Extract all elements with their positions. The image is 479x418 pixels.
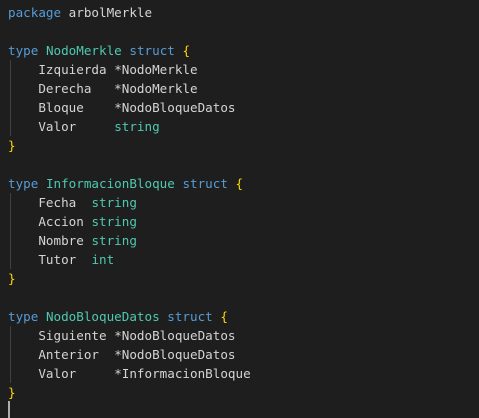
code-token-ws: [8, 214, 38, 229]
code-token-ident: Nombre: [38, 233, 84, 248]
code-token-ws: [76, 119, 114, 134]
code-line[interactable]: Izquierda *NodoMerkle: [8, 60, 251, 79]
code-token-keyword: package: [8, 5, 62, 20]
code-lines[interactable]: package arbolMerkle type NodoMerkle stru…: [8, 3, 251, 402]
code-token-keyword: type: [8, 176, 39, 191]
code-token-ws: [76, 252, 91, 267]
code-token-ws: [8, 81, 38, 96]
code-token-ident: Fecha: [38, 195, 77, 210]
indent-guide: [10, 364, 11, 383]
code-token-ws: [84, 100, 114, 115]
code-token-ident: Tutor: [38, 252, 77, 267]
code-token-builtin: int: [91, 252, 115, 267]
indent-guide: [10, 117, 11, 136]
code-token-ws: [8, 62, 38, 77]
indent-guide: [10, 98, 11, 117]
code-token-type: NodoMerkle: [45, 43, 122, 58]
code-token-brace: {: [235, 176, 244, 191]
code-line[interactable]: Bloque *NodoBloqueDatos: [8, 98, 251, 117]
code-token-builtin: string: [91, 195, 137, 210]
code-line[interactable]: Derecha *NodoMerkle: [8, 79, 251, 98]
code-line[interactable]: type NodoMerkle struct {: [8, 41, 251, 60]
code-token-ws: [8, 252, 38, 267]
code-line[interactable]: Fecha string: [8, 193, 251, 212]
code-line[interactable]: Nombre string: [8, 231, 251, 250]
code-token-ws: [61, 5, 69, 20]
code-token-ws: [8, 328, 38, 343]
code-token-type: NodoBloqueDatos: [45, 309, 160, 324]
code-token-ws: [38, 309, 46, 324]
indent-guide: [10, 193, 11, 212]
code-line[interactable]: [8, 22, 251, 41]
code-token-ident: arbolMerkle: [68, 5, 153, 20]
code-line[interactable]: type NodoBloqueDatos struct {: [8, 307, 251, 326]
code-token-ident: Izquierda: [38, 62, 107, 77]
indent-guide: [10, 231, 11, 250]
code-token-ws: [228, 176, 236, 191]
code-token-ws: [91, 81, 114, 96]
code-line[interactable]: }: [8, 136, 251, 155]
code-token-ident: Anterior: [38, 347, 100, 362]
code-token-ident: Bloque: [38, 100, 84, 115]
indent-guide: [10, 250, 11, 269]
code-line[interactable]: Accion string: [8, 212, 251, 231]
code-token-ws: [76, 195, 91, 210]
code-token-ws: [8, 119, 38, 134]
indent-guide: [10, 326, 11, 345]
code-token-ws: [38, 43, 46, 58]
code-token-brace: }: [8, 385, 16, 400]
code-line[interactable]: }: [8, 383, 251, 402]
code-token-type: InformacionBloque: [45, 176, 175, 191]
code-token-builtin: string: [91, 233, 137, 248]
code-token-ident: *NodoBloqueDatos: [114, 100, 236, 115]
code-token-ident: *NodoMerkle: [114, 81, 198, 96]
code-line[interactable]: Siguiente *NodoBloqueDatos: [8, 326, 251, 345]
code-line[interactable]: type InformacionBloque struct {: [8, 174, 251, 193]
code-line[interactable]: Tutor int: [8, 250, 251, 269]
code-token-ws: [99, 347, 114, 362]
code-token-ws: [8, 195, 38, 210]
code-token-ws: [8, 233, 38, 248]
indent-guide: [10, 345, 11, 364]
code-token-brace: }: [8, 138, 16, 153]
code-token-ident: Valor: [38, 366, 77, 381]
code-token-keyword: struct: [129, 43, 175, 58]
code-line[interactable]: package arbolMerkle: [8, 3, 251, 22]
code-token-ident: Accion: [38, 214, 84, 229]
code-token-ws: [76, 366, 114, 381]
code-token-ident: *NodoBloqueDatos: [114, 328, 236, 343]
code-line[interactable]: Anterior *NodoBloqueDatos: [8, 345, 251, 364]
code-token-ident: *InformacionBloque: [114, 366, 251, 381]
code-line[interactable]: Valor *InformacionBloque: [8, 364, 251, 383]
text-cursor: [8, 401, 10, 418]
code-token-brace: {: [220, 309, 228, 324]
code-line[interactable]: [8, 288, 251, 307]
code-token-ident: Valor: [38, 119, 77, 134]
code-editor[interactable]: package arbolMerkle type NodoMerkle stru…: [0, 0, 479, 418]
code-line[interactable]: [8, 155, 251, 174]
code-token-builtin: string: [114, 119, 160, 134]
indent-guide: [10, 60, 11, 79]
code-token-ident: Derecha: [38, 81, 92, 96]
code-token-brace: {: [182, 43, 191, 58]
code-token-builtin: string: [91, 214, 137, 229]
code-token-ident: *NodoMerkle: [114, 62, 198, 77]
indent-guide: [10, 212, 11, 231]
code-token-keyword: type: [8, 309, 39, 324]
code-token-keyword: type: [8, 43, 39, 58]
code-token-ws: [8, 347, 38, 362]
code-token-keyword: struct: [167, 309, 213, 324]
code-token-brace: }: [8, 271, 16, 286]
code-token-ident: *NodoBloqueDatos: [114, 347, 236, 362]
code-token-ws: [8, 366, 38, 381]
code-line[interactable]: }: [8, 269, 251, 288]
code-line[interactable]: Valor string: [8, 117, 251, 136]
code-token-keyword: struct: [182, 176, 228, 191]
code-token-ws: [8, 100, 38, 115]
code-token-ws: [38, 176, 46, 191]
indent-guide: [10, 79, 11, 98]
code-token-ident: Siguiente: [38, 328, 107, 343]
